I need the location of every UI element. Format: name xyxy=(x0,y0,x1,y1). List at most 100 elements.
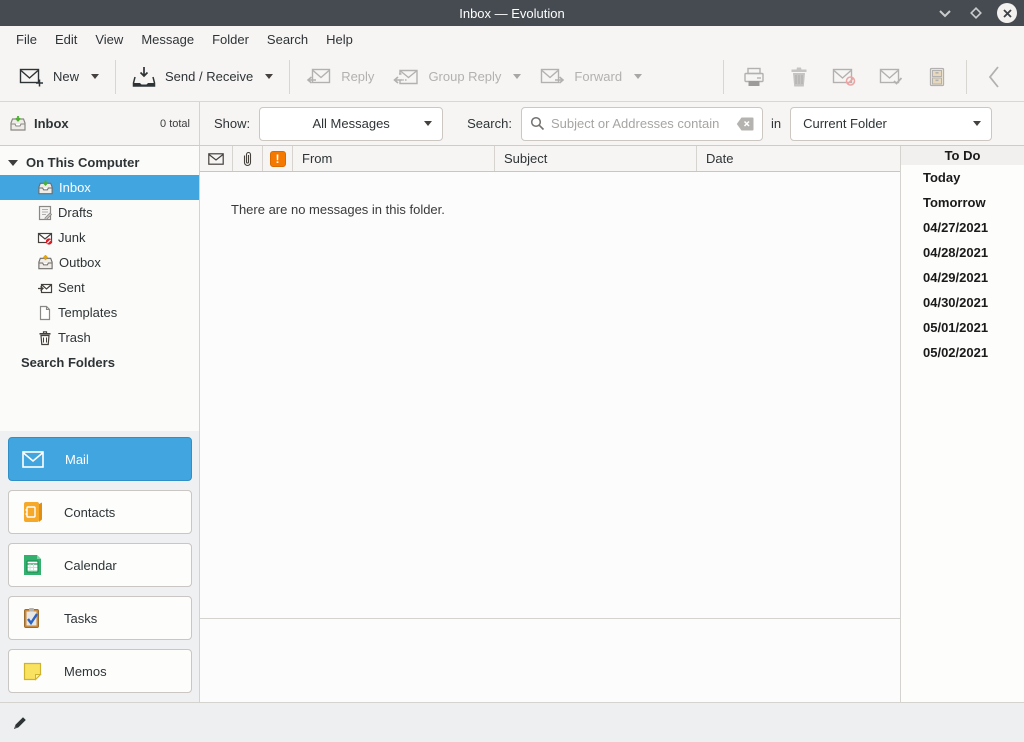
calendar-icon xyxy=(22,554,43,576)
message-list-body[interactable]: There are no messages in this folder. xyxy=(200,172,900,619)
switcher-label: Contacts xyxy=(64,505,115,520)
send-receive-label: Send / Receive xyxy=(165,69,253,84)
current-folder-title: Inbox xyxy=(34,116,69,131)
menu-message[interactable]: Message xyxy=(132,29,203,50)
archive-button[interactable] xyxy=(915,58,959,96)
sidebar-item-trash[interactable]: Trash xyxy=(0,325,199,350)
forward-button[interactable]: Forward xyxy=(530,58,651,96)
column-important[interactable]: ! xyxy=(263,146,293,171)
contacts-icon xyxy=(22,501,43,523)
close-icon xyxy=(997,3,1017,23)
todo-item-date[interactable]: 04/27/2021 xyxy=(901,215,1024,240)
new-button[interactable]: New xyxy=(10,58,108,96)
filter-caret-icon xyxy=(424,121,432,126)
junk-button[interactable] xyxy=(821,58,868,96)
menu-view[interactable]: View xyxy=(86,29,132,50)
column-attachment[interactable] xyxy=(233,146,263,171)
message-filter-dropdown[interactable]: All Messages xyxy=(259,107,443,141)
todo-item-date[interactable]: 05/01/2021 xyxy=(901,315,1024,340)
view-switcher: Mail Contacts Calendar Tasks xyxy=(0,431,199,702)
reply-button[interactable]: Reply xyxy=(297,58,383,96)
column-from[interactable]: From xyxy=(293,146,495,171)
switcher-label: Memos xyxy=(64,664,107,679)
menu-file[interactable]: File xyxy=(7,29,46,50)
forward-label: Forward xyxy=(574,69,622,84)
filter-bar: Inbox 0 total Show: All Messages Search:… xyxy=(0,102,1024,146)
switcher-label: Tasks xyxy=(64,611,97,626)
switcher-contacts-button[interactable]: Contacts xyxy=(8,490,192,534)
todo-item-tomorrow[interactable]: Tomorrow xyxy=(901,190,1024,215)
tasks-icon xyxy=(22,607,43,629)
sidebar-item-sent[interactable]: Sent xyxy=(0,275,199,300)
empty-folder-text: There are no messages in this folder. xyxy=(231,202,445,217)
diamond-maximize-icon xyxy=(969,6,983,20)
search-input[interactable] xyxy=(551,116,730,131)
column-subject[interactable]: Subject xyxy=(495,146,697,171)
clear-search-icon[interactable] xyxy=(736,117,754,131)
sent-icon xyxy=(37,280,53,296)
forward-icon xyxy=(539,66,565,88)
column-message-status[interactable] xyxy=(200,146,233,171)
switcher-mail-button[interactable]: Mail xyxy=(8,437,192,481)
memos-icon xyxy=(22,661,43,682)
sidebar-item-search-folders[interactable]: Search Folders xyxy=(0,350,199,375)
main-area: On This Computer Inbox Drafts Junk xyxy=(0,146,1024,702)
toolbar: New Send / Receive Reply Group Reply For… xyxy=(0,52,1024,102)
sidebar-item-on-this-computer[interactable]: On This Computer xyxy=(0,150,199,175)
switcher-calendar-button[interactable]: Calendar xyxy=(8,543,192,587)
preview-pane[interactable] xyxy=(200,619,900,702)
menu-help[interactable]: Help xyxy=(317,29,362,50)
scope-caret-icon xyxy=(973,121,981,126)
folder-label: Outbox xyxy=(59,255,101,270)
menu-search[interactable]: Search xyxy=(258,29,317,50)
sidebar-item-drafts[interactable]: Drafts xyxy=(0,200,199,225)
folder-label: Sent xyxy=(58,280,85,295)
column-date[interactable]: Date xyxy=(697,146,900,171)
in-label: in xyxy=(771,116,781,131)
forward-caret-icon xyxy=(634,74,642,79)
search-scope-dropdown[interactable]: Current Folder xyxy=(790,107,992,141)
back-button[interactable] xyxy=(974,56,1014,98)
print-button[interactable] xyxy=(731,58,777,96)
menu-folder[interactable]: Folder xyxy=(203,29,258,50)
new-button-label: New xyxy=(53,69,79,84)
todo-item-date[interactable]: 04/28/2021 xyxy=(901,240,1024,265)
folder-label: Templates xyxy=(58,305,117,320)
junk-folder-icon xyxy=(37,230,53,246)
sidebar-item-outbox[interactable]: Outbox xyxy=(0,250,199,275)
titlebar: Inbox — Evolution xyxy=(0,0,1024,26)
switcher-memos-button[interactable]: Memos xyxy=(8,649,192,693)
chevron-down-icon xyxy=(938,9,952,18)
inbox-icon xyxy=(9,116,27,132)
window-controls xyxy=(934,0,1018,26)
menu-edit[interactable]: Edit xyxy=(46,29,86,50)
new-dropdown-caret-icon xyxy=(91,74,99,79)
close-button[interactable] xyxy=(996,2,1018,24)
new-message-icon xyxy=(19,66,44,88)
toolbar-separator xyxy=(966,60,967,94)
sidebar: On This Computer Inbox Drafts Junk xyxy=(0,146,200,702)
mail-icon xyxy=(22,451,44,468)
root-label: On This Computer xyxy=(26,155,139,170)
sidebar-item-junk[interactable]: Junk xyxy=(0,225,199,250)
important-icon: ! xyxy=(270,151,286,167)
message-filter-value: All Messages xyxy=(312,116,389,131)
todo-item-today[interactable]: Today xyxy=(901,165,1024,190)
todo-item-date[interactable]: 04/30/2021 xyxy=(901,290,1024,315)
switcher-label: Calendar xyxy=(64,558,117,573)
window-menu-button[interactable] xyxy=(934,2,956,24)
sidebar-item-inbox[interactable]: Inbox xyxy=(0,175,199,200)
send-receive-button[interactable]: Send / Receive xyxy=(123,58,282,96)
switcher-tasks-button[interactable]: Tasks xyxy=(8,596,192,640)
expander-triangle-icon[interactable] xyxy=(8,160,18,166)
todo-item-date[interactable]: 04/29/2021 xyxy=(901,265,1024,290)
todo-item-date[interactable]: 05/02/2021 xyxy=(901,340,1024,365)
maximize-button[interactable] xyxy=(965,2,987,24)
folder-label: Junk xyxy=(58,230,85,245)
toolbar-separator xyxy=(723,60,724,94)
group-reply-label: Group Reply xyxy=(428,69,501,84)
sidebar-item-templates[interactable]: Templates xyxy=(0,300,199,325)
mark-read-button[interactable] xyxy=(868,58,915,96)
group-reply-button[interactable]: Group Reply xyxy=(383,58,530,96)
delete-button[interactable] xyxy=(777,58,821,96)
